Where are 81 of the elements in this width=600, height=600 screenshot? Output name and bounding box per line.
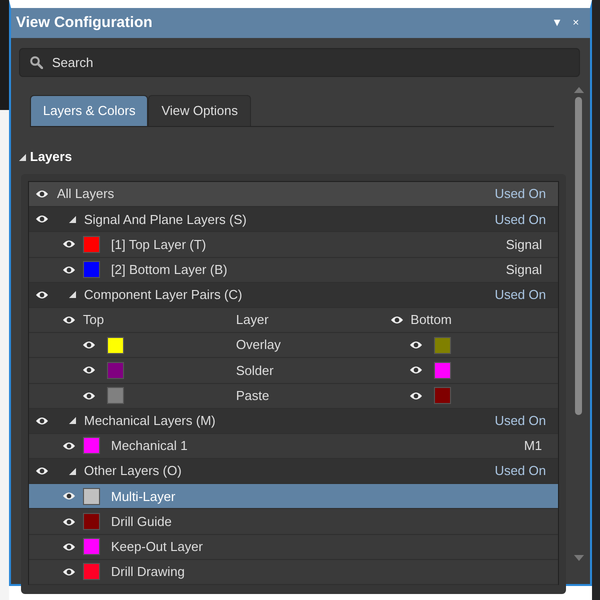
tab[interactable]: View Options bbox=[148, 95, 251, 126]
eye-icon[interactable] bbox=[35, 214, 49, 224]
window-title: View Configuration bbox=[16, 12, 154, 33]
dropdown-button[interactable]: ▼ bbox=[546, 18, 568, 28]
search-field[interactable]: Search bbox=[19, 48, 580, 77]
color-swatch[interactable] bbox=[83, 563, 100, 580]
expand-icon[interactable] bbox=[69, 216, 76, 223]
eye-icon[interactable] bbox=[62, 315, 76, 326]
color-swatch[interactable] bbox=[434, 336, 451, 354]
column-header: Used On bbox=[494, 462, 547, 480]
layer-label: Drill Drawing bbox=[111, 563, 185, 582]
eye-icon[interactable] bbox=[409, 340, 423, 350]
used-on-value: Signal bbox=[506, 260, 543, 279]
color-swatch[interactable] bbox=[434, 362, 451, 379]
layer-row[interactable]: Drill Drawing bbox=[29, 560, 558, 585]
color-swatch[interactable] bbox=[83, 513, 100, 530]
column-header: Layer bbox=[236, 311, 269, 330]
color-swatch[interactable] bbox=[107, 387, 124, 404]
eye-icon[interactable] bbox=[82, 365, 96, 376]
eye-icon[interactable] bbox=[35, 416, 49, 426]
eye-icon[interactable] bbox=[409, 390, 423, 401]
layer-label: Solder bbox=[236, 362, 275, 380]
layer-label: Multi-Layer bbox=[111, 488, 176, 506]
color-swatch[interactable] bbox=[83, 261, 100, 278]
layer-row[interactable]: [2] Bottom Layer (B) Signal bbox=[29, 258, 558, 283]
layer-row[interactable]: Drill Guide bbox=[29, 509, 558, 535]
layer-row[interactable]: [1] Top Layer (T) Signal bbox=[29, 232, 558, 258]
layer-row[interactable]: Mechanical 1 M1 bbox=[29, 434, 558, 460]
expand-icon[interactable] bbox=[69, 468, 76, 475]
scroll-up-icon[interactable] bbox=[574, 87, 584, 93]
column-header: Used On bbox=[494, 286, 547, 304]
group-label[interactable]: Other Layers (O) bbox=[84, 461, 182, 481]
layer-label: Mechanical 1 bbox=[111, 437, 188, 456]
color-swatch[interactable] bbox=[83, 538, 100, 556]
eye-icon[interactable] bbox=[62, 542, 76, 552]
color-swatch[interactable] bbox=[107, 362, 124, 379]
expand-icon[interactable] bbox=[69, 291, 76, 298]
expand-icon[interactable] bbox=[69, 417, 76, 424]
eye-icon[interactable] bbox=[35, 189, 49, 200]
color-swatch[interactable] bbox=[83, 437, 100, 454]
column-header: Top bbox=[83, 311, 104, 330]
eye-icon[interactable] bbox=[409, 365, 423, 376]
eye-icon[interactable] bbox=[82, 390, 96, 401]
eye-icon[interactable] bbox=[62, 516, 76, 527]
used-on-value: M1 bbox=[524, 437, 543, 456]
close-button[interactable]: × bbox=[568, 18, 584, 28]
layer-label: Keep-Out Layer bbox=[111, 538, 203, 556]
layer-label: [1] Top Layer (T) bbox=[111, 236, 206, 254]
scrollbar-thumb[interactable] bbox=[575, 97, 582, 415]
layer-label: [2] Bottom Layer (B) bbox=[111, 260, 228, 279]
color-swatch[interactable] bbox=[107, 336, 124, 354]
tab[interactable]: Layers & Colors bbox=[30, 95, 148, 126]
eye-icon[interactable] bbox=[35, 290, 49, 300]
color-swatch[interactable] bbox=[83, 488, 100, 505]
eye-icon[interactable] bbox=[82, 340, 96, 350]
row-label: All Layers bbox=[57, 185, 114, 204]
column-header: Used On bbox=[494, 210, 547, 229]
column-header: Bottom bbox=[410, 311, 452, 330]
eye-icon[interactable] bbox=[62, 264, 76, 275]
eye-icon[interactable] bbox=[390, 315, 404, 326]
eye-icon[interactable] bbox=[62, 239, 76, 250]
layer-label: Overlay bbox=[236, 336, 282, 354]
used-on-value: Signal bbox=[506, 236, 543, 254]
column-header: Used On bbox=[494, 185, 547, 204]
layer-row[interactable]: Keep-Out Layer bbox=[29, 534, 558, 560]
color-swatch[interactable] bbox=[83, 236, 100, 253]
layer-label: Drill Guide bbox=[111, 512, 172, 531]
eye-icon[interactable] bbox=[62, 566, 76, 577]
column-header: Used On bbox=[494, 412, 547, 430]
color-swatch[interactable] bbox=[434, 387, 451, 404]
scroll-down-icon[interactable] bbox=[574, 555, 584, 561]
eye-icon[interactable] bbox=[35, 466, 49, 476]
layer-label: Paste bbox=[236, 386, 270, 405]
eye-icon[interactable] bbox=[62, 440, 76, 451]
eye-icon[interactable] bbox=[62, 491, 76, 502]
group-label[interactable]: Signal And Plane Layers (S) bbox=[84, 210, 247, 230]
group-label[interactable]: Component Layer Pairs (C) bbox=[84, 285, 242, 305]
section-title[interactable]: Layers bbox=[30, 147, 72, 167]
expand-icon[interactable] bbox=[19, 154, 26, 162]
group-label[interactable]: Mechanical Layers (M) bbox=[84, 411, 216, 431]
layer-row[interactable]: Multi-Layer bbox=[29, 484, 558, 510]
